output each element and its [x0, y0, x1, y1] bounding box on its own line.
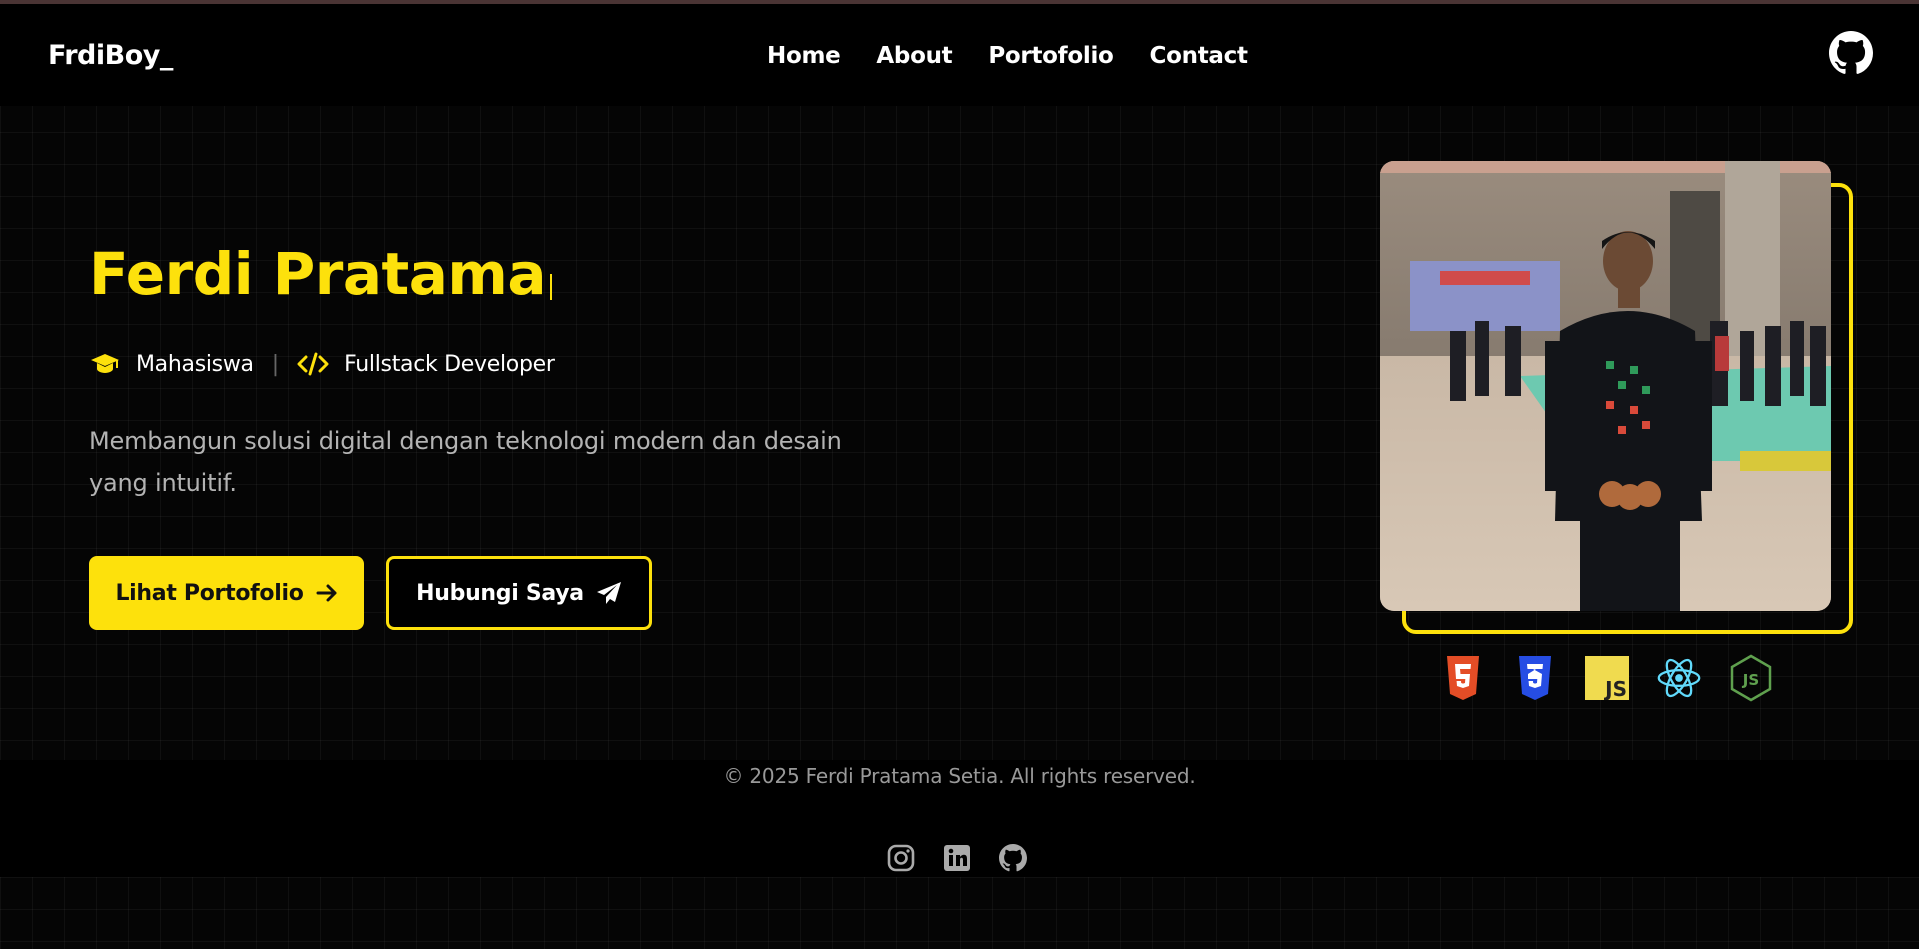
nav-link-home[interactable]: Home — [767, 43, 841, 69]
nav-links: Home About Portofolio Contact — [767, 43, 1248, 69]
nodejs-icon: JS — [1728, 654, 1774, 702]
view-portfolio-button[interactable]: Lihat Portofolio — [89, 556, 364, 630]
hero-title: Ferdi Pratama — [89, 240, 552, 308]
role-separator: | — [271, 351, 280, 377]
typing-cursor — [550, 274, 552, 300]
navbar: FrdiBoy_ Home About Portofolio Contact — [0, 4, 1919, 106]
nav-link-portofolio[interactable]: Portofolio — [988, 43, 1113, 69]
grid-background-bottom — [0, 877, 1919, 949]
role-label-student: Mahasiswa — [136, 351, 254, 377]
copyright-text: © 2025 Ferdi Pratama Setia. All rights r… — [723, 764, 1196, 788]
nav-link-contact[interactable]: Contact — [1150, 43, 1248, 69]
tech-stack-row: JS JS — [1440, 654, 1774, 702]
github-icon[interactable] — [998, 843, 1028, 873]
profile-photo — [1380, 161, 1831, 611]
roles-line: Mahasiswa | Fullstack Developer — [89, 350, 555, 378]
role-label-developer: Fullstack Developer — [344, 351, 555, 377]
html5-icon — [1440, 655, 1486, 701]
social-links — [886, 843, 1028, 873]
svg-text:JS: JS — [1742, 671, 1759, 689]
arrow-right-icon — [316, 583, 338, 603]
instagram-icon[interactable] — [886, 843, 916, 873]
graduation-cap-icon — [89, 350, 121, 378]
hero-tagline: Membangun solusi digital dengan teknolog… — [89, 427, 842, 497]
nav-link-about[interactable]: About — [876, 43, 952, 69]
github-icon[interactable] — [1829, 31, 1873, 75]
contact-me-label: Hubungi Saya — [416, 580, 584, 606]
brand-logo[interactable]: FrdiBoy_ — [48, 40, 173, 71]
css3-icon — [1512, 655, 1558, 701]
svg-text:JS: JS — [1603, 677, 1627, 700]
view-portfolio-label: Lihat Portofolio — [115, 580, 304, 606]
code-icon — [297, 350, 329, 378]
hero-name: Ferdi Pratama — [89, 240, 547, 308]
react-icon — [1656, 655, 1702, 701]
contact-me-button[interactable]: Hubungi Saya — [386, 556, 652, 630]
linkedin-icon[interactable] — [942, 843, 972, 873]
paper-plane-icon — [596, 581, 622, 605]
javascript-icon: JS — [1584, 655, 1630, 701]
